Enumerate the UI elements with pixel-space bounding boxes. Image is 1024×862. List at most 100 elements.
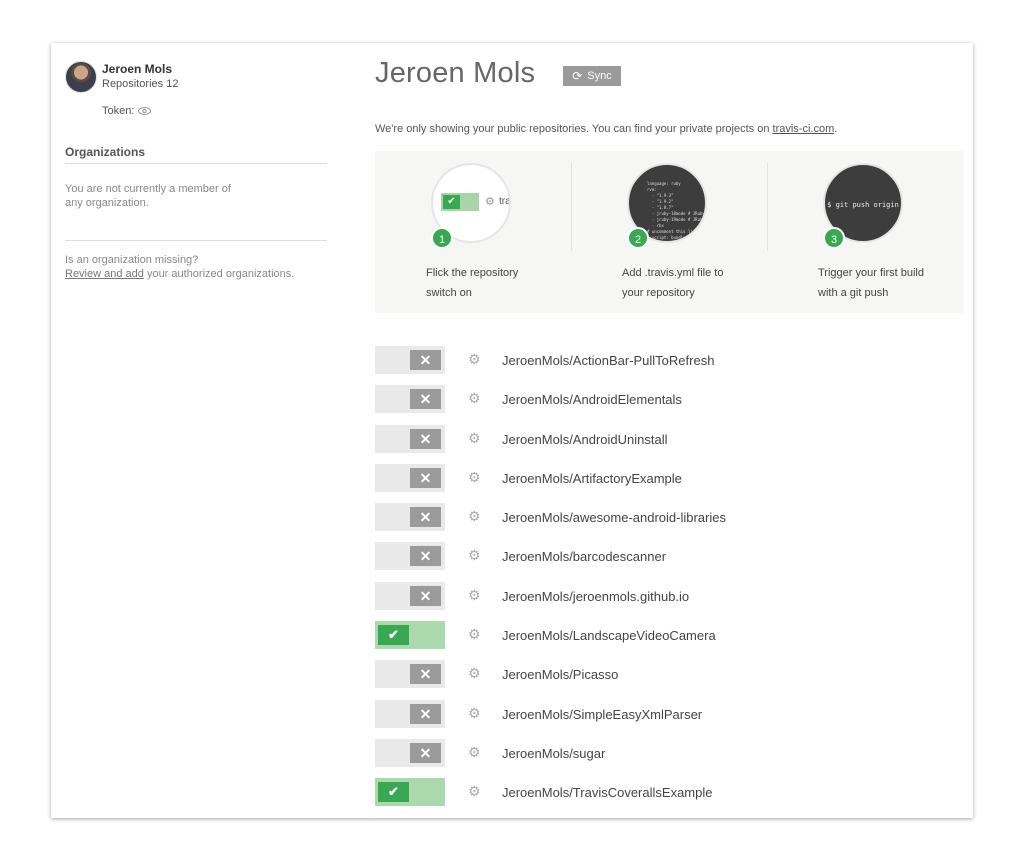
missing-question: Is an organization missing? [65, 254, 199, 266]
sync-label: Sync [587, 69, 612, 82]
profile: Jeroen Mols Repositories 12 [65, 61, 327, 95]
close-icon: ✕ [410, 703, 441, 724]
gear-icon: ⚙ [485, 196, 495, 208]
repo-toggle[interactable]: ✔ [375, 621, 445, 650]
mini-toggle-illustration: ✔ [441, 193, 479, 211]
repo-name[interactable]: JeroenMols/ActionBar-PullToRefresh [502, 353, 714, 368]
travis-yml-code: language: ruby rvm: - "1.9.3" - "1.9.2" … [647, 181, 705, 240]
close-icon: ✕ [410, 389, 441, 410]
repo-name[interactable]: JeroenMols/SimpleEasyXmlParser [502, 707, 702, 722]
repo-row: ✕ ⚙ JeroenMols/Picasso [375, 660, 963, 699]
repo-row: ✕ ⚙ JeroenMols/AndroidElementals [375, 385, 963, 424]
gear-icon[interactable]: ⚙ [468, 744, 481, 761]
review-organizations-link[interactable]: Review and add [65, 268, 144, 280]
close-icon: ✕ [410, 467, 441, 488]
step-1-number: 1 [431, 227, 453, 249]
repo-name[interactable]: JeroenMols/barcodescanner [502, 549, 666, 564]
repo-name[interactable]: JeroenMols/Picasso [502, 667, 618, 682]
repo-toggle[interactable]: ✕ [375, 346, 445, 374]
travis-ci-com-link[interactable]: travis-ci.com [773, 123, 835, 135]
repo-toggle[interactable]: ✕ [375, 660, 445, 689]
gear-icon[interactable]: ⚙ [468, 430, 481, 447]
step-2: language: ruby rvm: - "1.9.3" - "1.9.2" … [571, 151, 767, 313]
repository-list: ✕ ⚙ JeroenMols/ActionBar-PullToRefresh ✕ ⚙ Je… [375, 346, 963, 818]
page-title: Jeroen Mols [375, 57, 536, 89]
main-card: Jeroen Mols Repositories 12 Token: Organ… [51, 43, 973, 818]
repo-row: ✕ ⚙ JeroenMols/jeroenmols.github.io [375, 581, 963, 621]
mini-repo-text: tra [499, 196, 511, 207]
repo-row: ✕ ⚙ JeroenMols/ArtifactoryExample [375, 463, 963, 503]
organizations-heading: Organizations [65, 145, 327, 164]
close-icon: ✕ [410, 742, 441, 763]
repo-toggle[interactable]: ✕ [375, 542, 445, 571]
repo-toggle[interactable]: ✕ [375, 424, 445, 453]
repo-toggle[interactable]: ✕ [375, 385, 445, 414]
refresh-icon: ⟳ [572, 68, 583, 83]
profile-name: Jeroen Mols [102, 62, 173, 76]
notice-text: We're only showing your public repositor… [375, 123, 773, 135]
gear-icon[interactable]: ⚙ [468, 469, 481, 486]
check-icon: ✔ [378, 782, 409, 803]
gear-icon[interactable]: ⚙ [468, 547, 481, 564]
title-row: Jeroen Mols ⟳ Sync [375, 57, 621, 90]
repo-row: ✔ ⚙ JeroenMols/TravisCoverallsExample [375, 778, 963, 817]
close-icon: ✕ [410, 507, 441, 528]
repo-name[interactable]: JeroenMols/jeroenmols.github.io [502, 589, 689, 604]
repo-toggle[interactable]: ✕ [375, 463, 445, 492]
avatar[interactable] [65, 61, 97, 93]
gear-icon[interactable]: ⚙ [468, 390, 481, 407]
step-1: ✔ ⚙ tra 1 Flick the repository switch on [375, 151, 571, 313]
repo-row: ✔ ⚙ JeroenMols/LandscapeVideoCamera [375, 621, 963, 660]
repo-name[interactable]: JeroenMols/awesome-android-libraries [502, 510, 726, 525]
repo-toggle[interactable]: ✕ [375, 503, 445, 532]
gear-icon[interactable]: ⚙ [468, 705, 481, 722]
step-2-number: 2 [627, 227, 649, 249]
sync-button[interactable]: ⟳ Sync [563, 65, 621, 86]
token-label: Token: [102, 105, 135, 117]
profile-repos-count: Repositories 12 [102, 78, 179, 90]
repo-toggle[interactable]: ✕ [375, 738, 445, 767]
token-row: Token: [102, 105, 327, 117]
gear-icon[interactable]: ⚙ [468, 587, 481, 604]
repo-name[interactable]: JeroenMols/TravisCoverallsExample [502, 785, 712, 800]
close-icon: ✕ [410, 585, 441, 606]
review-suffix: your authorized organizations. [143, 268, 295, 280]
repo-name[interactable]: JeroenMols/AndroidElementals [502, 392, 682, 407]
repo-name[interactable]: JeroenMols/AndroidUninstall [502, 432, 667, 447]
repo-row: ✕ ⚙ JeroenMols/sugar [375, 738, 963, 778]
step-3-label: Trigger your first build with a git push [818, 267, 924, 299]
getting-started-steps: ✔ ⚙ tra 1 Flick the repository switch on… [375, 151, 963, 313]
check-icon: ✔ [378, 625, 409, 646]
repo-toggle[interactable]: ✕ [375, 581, 445, 610]
git-push-code: $ git push origin [827, 201, 899, 209]
gear-icon[interactable]: ⚙ [468, 508, 481, 525]
divider [65, 240, 327, 241]
close-icon: ✕ [410, 350, 441, 370]
gear-icon[interactable]: ⚙ [468, 626, 481, 643]
repo-name[interactable]: JeroenMols/LandscapeVideoCamera [502, 628, 716, 643]
check-icon: ✔ [443, 195, 460, 209]
step-1-label: Flick the repository switch on [426, 267, 519, 299]
eye-icon[interactable] [138, 107, 152, 115]
repo-name[interactable]: JeroenMols/ArtifactoryExample [502, 471, 682, 486]
repo-row: ✕ ⚙ JeroenMols/AndroidUninstall [375, 424, 963, 464]
sidebar: Jeroen Mols Repositories 12 Token: Organ… [65, 61, 327, 281]
repo-toggle[interactable]: ✔ [375, 778, 445, 807]
repo-row: ✕ ⚙ JeroenMols/barcodescanner [375, 542, 963, 581]
step-3: $ git push origin 3 Trigger your first b… [767, 151, 963, 313]
notice-end: . [834, 123, 838, 135]
repo-row: ✕ ⚙ JeroenMols/awesome-android-libraries [375, 503, 963, 542]
repo-row: ✕ ⚙ JeroenMols/SimpleEasyXmlParser [375, 699, 963, 739]
public-repos-notice: We're only showing your public repositor… [375, 123, 837, 135]
repo-row: ✕ ⚙ JeroenMols/ActionBar-PullToRefresh [375, 346, 963, 385]
organization-missing-text: Is an organization missing? Review and a… [65, 253, 327, 281]
gear-icon[interactable]: ⚙ [468, 665, 481, 682]
organizations-empty-text: You are not currently a member of any or… [65, 183, 231, 209]
repo-toggle[interactable]: ✕ [375, 699, 445, 728]
repo-name[interactable]: JeroenMols/sugar [502, 746, 605, 761]
close-icon: ✕ [410, 664, 441, 685]
close-icon: ✕ [410, 546, 441, 567]
gear-icon[interactable]: ⚙ [468, 351, 481, 368]
gear-icon[interactable]: ⚙ [468, 783, 481, 800]
step-2-label: Add .travis.yml file to your repository [622, 267, 724, 299]
